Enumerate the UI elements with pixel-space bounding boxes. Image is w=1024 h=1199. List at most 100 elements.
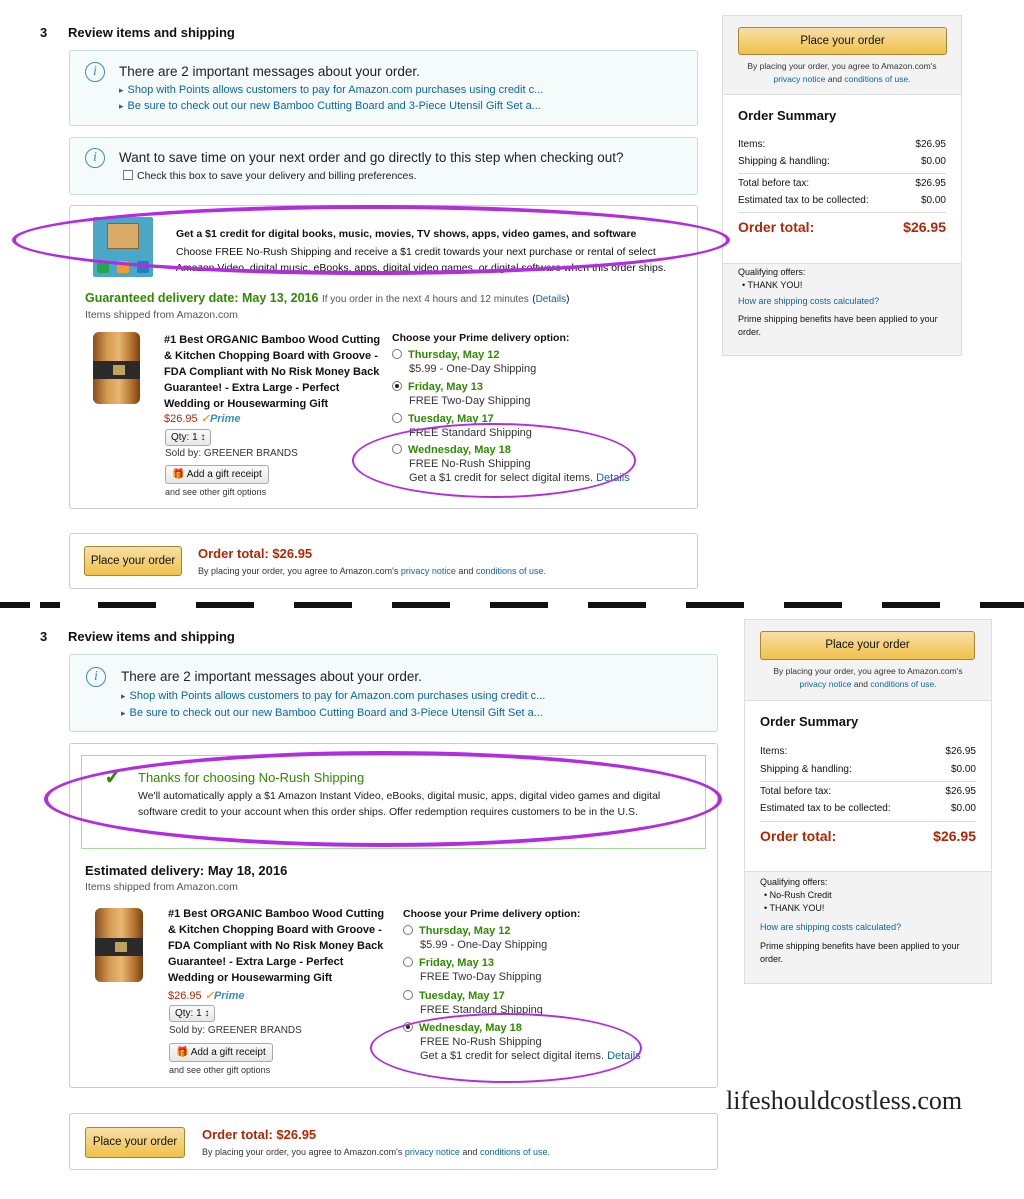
row-label: Estimated tax to be collected: xyxy=(760,803,891,814)
quantity-select[interactable]: Qty: 1 ↕ xyxy=(165,429,212,446)
highlight-ellipse xyxy=(370,1013,642,1083)
prime-label: Prime xyxy=(209,413,241,425)
delivery-option-thursday[interactable]: Thursday, May 12 $5.99 - One-Day Shipping xyxy=(403,925,547,951)
qualifying-offers: Qualifying offers: • THANK YOU! xyxy=(738,266,805,292)
option-date: Thursday, May 12 xyxy=(408,349,500,361)
row-label: Items: xyxy=(738,139,766,150)
sold-by: Sold by: GREENER BRANDS xyxy=(165,448,298,459)
save-preferences-label: Check this box to save your delivery and… xyxy=(137,170,417,182)
conditions-link[interactable]: conditions of use. xyxy=(480,1147,550,1157)
prime-badge: ✓Prime xyxy=(205,990,245,1002)
order-summary-sidebar-bottom: Place your order By placing your order, … xyxy=(744,619,992,984)
shipping-costs-link[interactable]: How are shipping costs calculated? xyxy=(738,296,879,306)
qualifying-label: Qualifying offers: xyxy=(760,877,828,887)
summary-total-label: Order total: xyxy=(738,219,815,235)
order-summary-sidebar-top: Place your order By placing your order, … xyxy=(722,15,962,356)
summary-card: Order Summary Items: $26.95 Shipping & ha… xyxy=(745,700,991,872)
offer-text: THANK YOU! xyxy=(747,280,803,290)
sidebar-place-order-button[interactable]: Place your order xyxy=(738,27,947,55)
delivery-option-friday[interactable]: Friday, May 13 FREE Two-Day Shipping xyxy=(392,381,530,407)
product-title[interactable]: #1 Best ORGANIC Bamboo Wood Cutting & Ki… xyxy=(164,332,382,412)
product-image[interactable] xyxy=(93,332,140,404)
important-heading: There are 2 important messages about you… xyxy=(121,669,422,684)
conditions-link[interactable]: conditions of use. xyxy=(476,566,546,576)
product-title[interactable]: #1 Best ORGANIC Bamboo Wood Cutting & Ki… xyxy=(168,906,392,986)
prime-label: Prime xyxy=(213,990,245,1002)
footer-agree-text: By placing your order, you agree to Amaz… xyxy=(202,1147,550,1157)
estimated-delivery: Estimated delivery: May 18, 2016 xyxy=(85,863,287,878)
offer-item: • No-Rush Credit xyxy=(764,890,832,900)
conditions-link[interactable]: conditions of use. xyxy=(844,74,910,84)
place-order-button[interactable]: Place your order xyxy=(85,1127,185,1158)
message-link-giftset[interactable]: Be sure to check out our new Bamboo Cutt… xyxy=(119,100,541,112)
option-desc: FREE Two-Day Shipping xyxy=(420,971,542,983)
product-image[interactable] xyxy=(95,908,143,982)
row-label: Shipping & handling: xyxy=(738,156,830,167)
offer-item: • THANK YOU! xyxy=(764,903,825,913)
row-label: Items: xyxy=(760,746,788,757)
product-price-row: $26.95 ✓Prime xyxy=(168,989,245,1002)
delivery-note: If you order in the next 4 hours and 12 … xyxy=(321,294,529,305)
chevron-updown-icon: ↕ xyxy=(204,1008,210,1019)
dashed-separator xyxy=(0,602,1024,608)
delivery-option-thursday[interactable]: Thursday, May 12 $5.99 - One-Day Shipping xyxy=(392,349,536,375)
row-value: $26.95 xyxy=(915,178,946,189)
footer-agree-text: By placing your order, you agree to Amaz… xyxy=(198,566,546,576)
sidebar-place-order-button[interactable]: Place your order xyxy=(760,631,975,660)
radio-tuesday[interactable] xyxy=(403,990,413,1000)
save-preferences-checkbox[interactable] xyxy=(123,170,133,180)
radio-friday[interactable] xyxy=(392,381,402,391)
chevron-updown-icon: ↕ xyxy=(200,432,206,443)
row-label: Total before tax: xyxy=(760,786,832,797)
option-date: Friday, May 13 xyxy=(419,957,494,969)
summary-row-before-tax: Total before tax: $26.95 xyxy=(738,178,946,189)
privacy-link[interactable]: privacy notice xyxy=(773,74,825,84)
radio-friday[interactable] xyxy=(403,957,413,967)
row-value: $26.95 xyxy=(945,786,976,797)
step-number: 3 xyxy=(40,629,48,644)
summary-card: Order Summary Items: $26.95 Shipping & ha… xyxy=(723,94,961,264)
qty-value: Qty: 1 xyxy=(175,1008,202,1019)
quantity-select[interactable]: Qty: 1 ↕ xyxy=(169,1005,216,1022)
message-link-points[interactable]: Shop with Points allows customers to pay… xyxy=(121,690,546,702)
summary-row-tax: Estimated tax to be collected: $0.00 xyxy=(760,803,976,814)
summary-total-label: Order total: xyxy=(760,828,837,844)
option-desc: $5.99 - One-Day Shipping xyxy=(420,939,548,951)
summary-row-items: Items: $26.95 xyxy=(738,139,946,150)
privacy-link[interactable]: privacy notice xyxy=(401,566,456,576)
gift-receipt-button[interactable]: 🎁 Add a gift receipt xyxy=(169,1043,273,1062)
gift-options-text: and see other gift options xyxy=(169,1065,271,1075)
place-order-button[interactable]: Place your order xyxy=(84,546,182,576)
shipping-costs-link[interactable]: How are shipping costs calculated? xyxy=(760,922,901,932)
conditions-link[interactable]: conditions of use. xyxy=(870,679,936,689)
radio-thursday[interactable] xyxy=(403,925,413,935)
agree-prefix: By placing your order, you agree to Amaz… xyxy=(202,1147,403,1157)
and-text: and xyxy=(458,566,474,576)
step-title: 3 Review items and shipping xyxy=(40,25,235,40)
row-value: $0.00 xyxy=(950,803,976,814)
message-link-giftset[interactable]: Be sure to check out our new Bamboo Cutt… xyxy=(121,707,543,719)
radio-thursday[interactable] xyxy=(392,349,402,359)
delivery-option-tuesday[interactable]: Tuesday, May 17 FREE Standard Shipping xyxy=(403,990,543,1016)
shipped-from: Items shipped from Amazon.com xyxy=(85,309,238,321)
product-price-row: $26.95 ✓Prime xyxy=(164,412,241,425)
delivery-option-friday[interactable]: Friday, May 13 FREE Two-Day Shipping xyxy=(403,957,541,983)
footer-order-total: Order total: $26.95 xyxy=(202,1127,317,1142)
prime-check-icon: ✓ xyxy=(200,413,210,425)
option-date: Friday, May 13 xyxy=(408,381,483,393)
row-value: $26.95 xyxy=(945,746,976,757)
radio-tuesday[interactable] xyxy=(392,413,402,423)
message-link-points[interactable]: Shop with Points allows customers to pay… xyxy=(119,84,544,96)
summary-title: Order Summary xyxy=(760,714,859,729)
option-date: Tuesday, May 17 xyxy=(419,990,505,1002)
divider xyxy=(738,212,946,213)
privacy-link[interactable]: privacy notice xyxy=(405,1147,460,1157)
privacy-link[interactable]: privacy notice xyxy=(799,679,851,689)
highlight-ellipse xyxy=(352,423,636,498)
delivery-details-link[interactable]: Details xyxy=(536,294,567,305)
gift-receipt-button[interactable]: 🎁 Add a gift receipt xyxy=(165,465,269,484)
row-value: $0.00 xyxy=(920,156,946,167)
summary-row-shipping: Shipping & handling: $0.00 xyxy=(760,764,976,775)
agree-prefix: By placing your order, you agree to Amaz… xyxy=(198,566,399,576)
delivery-options-heading: Choose your Prime delivery option: xyxy=(403,908,581,920)
